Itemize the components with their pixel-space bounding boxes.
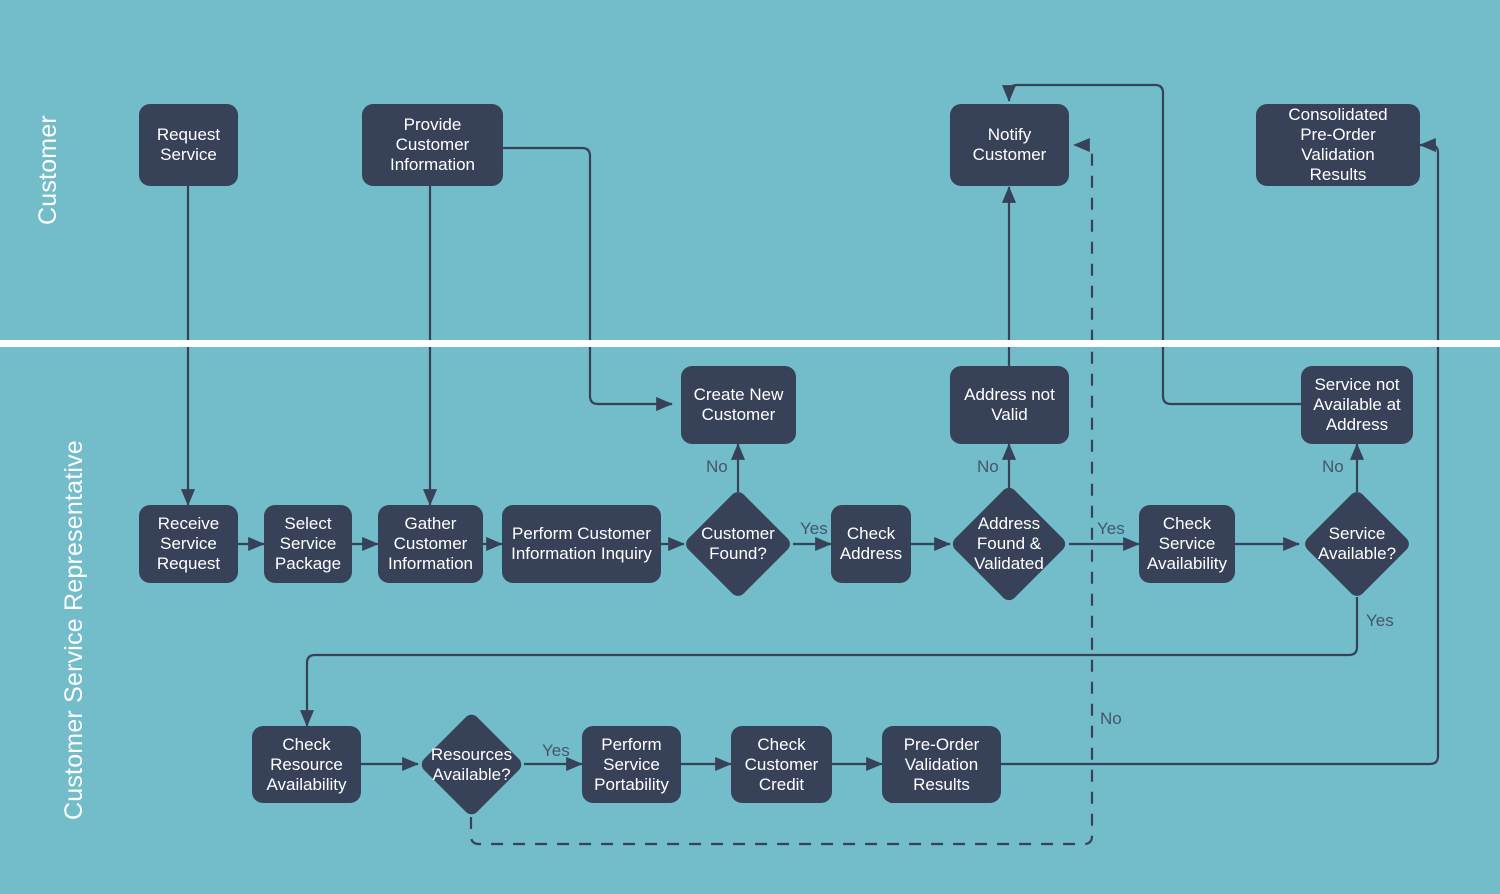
node-line: Results [913, 774, 970, 794]
node-line: Address [839, 544, 903, 563]
node-line: Select [284, 514, 332, 533]
node-line: Check [282, 734, 331, 754]
node-line: Create New [693, 385, 784, 404]
node-consolidated-pre-order-validation-results[interactable]: Consolidated Pre-Order Validation Result… [1256, 104, 1420, 186]
swimlane-divider [0, 340, 1500, 347]
node-line: Availability [266, 774, 347, 794]
node-line: Service [160, 534, 217, 553]
node-line: Validation [904, 754, 979, 774]
node-line: Resources [430, 744, 513, 764]
node-line: Available? [432, 764, 511, 784]
edge-label-resources-available-yes: Yes [542, 741, 570, 760]
node-gather-customer-information[interactable]: Gather Customer Information [378, 505, 483, 583]
node-line: Address not [964, 385, 1055, 404]
node-check-customer-credit[interactable]: Check Customer Credit [731, 726, 832, 803]
node-line: Valid [991, 405, 1028, 424]
node-request-service[interactable]: Request Service [139, 104, 238, 186]
node-check-address[interactable]: Check Address [831, 505, 911, 583]
node-line: Pre-Order [903, 734, 980, 754]
node-line: Service [160, 145, 217, 164]
node-line: Check [1162, 514, 1212, 533]
node-notify-customer[interactable]: Notify Customer [950, 104, 1069, 186]
node-line: Information [387, 554, 474, 573]
node-line: Customer [701, 405, 776, 424]
node-line: Found & [976, 534, 1042, 553]
node-line: Found? [709, 544, 767, 563]
node-line: Perform Customer [512, 524, 651, 543]
decision-customer-found[interactable]: Customer Found? [682, 488, 794, 600]
edge-label-service-available-no: No [1322, 457, 1344, 476]
node-select-service-package[interactable]: Select Service Package [264, 505, 352, 583]
node-line: Information Inquiry [511, 544, 652, 563]
node-line: Service not [1314, 375, 1400, 394]
node-line: Information [389, 155, 476, 174]
node-line: Notify [987, 125, 1032, 144]
node-line: Availability [1146, 554, 1227, 573]
node-perform-service-portability[interactable]: Perform Service Portability [582, 726, 681, 803]
edge-label-address-found-yes: Yes [1097, 519, 1125, 538]
flowchart-canvas: Customer Customer Service Representative… [0, 0, 1500, 894]
node-line: Customer [744, 754, 819, 774]
node-line: Available? [1317, 544, 1397, 563]
node-line: Request [156, 554, 221, 573]
node-line: Customer [972, 145, 1047, 164]
swimlane-label-customer: Customer [34, 115, 62, 225]
node-pre-order-validation-results[interactable]: Pre-Order Validation Results [882, 726, 1001, 803]
node-check-resource-availability[interactable]: Check Resource Availability [252, 726, 361, 803]
node-line: Check [846, 524, 896, 543]
node-line: Credit [758, 774, 805, 794]
edge-label-customer-found-no: No [706, 457, 728, 476]
swimlane-label-csr: Customer Service Representative [60, 440, 88, 820]
node-line: Address [1325, 415, 1389, 434]
node-line: Portability [594, 774, 669, 794]
node-line: Request [156, 125, 221, 144]
edge-label-resources-available-no: No [1100, 709, 1122, 728]
node-service-not-available-at-address[interactable]: Service not Available at Address [1301, 366, 1413, 444]
decision-resources-available[interactable]: Resources Available? [418, 711, 525, 818]
node-line: Customer [395, 135, 470, 154]
node-line: Check [757, 734, 806, 754]
node-create-new-customer[interactable]: Create New Customer [681, 366, 796, 444]
node-line: Service [603, 754, 660, 774]
node-check-service-availability[interactable]: Check Service Availability [1139, 505, 1235, 583]
node-line: Address [977, 514, 1041, 533]
node-line: Customer [393, 534, 468, 553]
node-line: Service [279, 534, 337, 553]
node-line: Available at [1313, 395, 1401, 414]
edge-label-service-available-yes: Yes [1366, 611, 1394, 630]
node-line: Resource [270, 754, 343, 774]
node-line: Pre-Order Validation [1300, 125, 1376, 164]
node-line: Perform [601, 734, 662, 754]
node-line: Package [274, 554, 342, 573]
node-line: Consolidated [1288, 105, 1388, 124]
node-provide-customer-information[interactable]: Provide Customer Information [362, 104, 503, 186]
edge-label-address-found-no: No [977, 457, 999, 476]
decision-address-found-validated[interactable]: Address Found & Validated [949, 484, 1069, 604]
decision-service-available[interactable]: Service Available? [1301, 488, 1413, 600]
node-perform-customer-information-inquiry[interactable]: Perform Customer Information Inquiry [502, 505, 661, 583]
node-line: Receive [157, 514, 220, 533]
node-line: Customer [701, 524, 775, 543]
node-receive-service-request[interactable]: Receive Service Request [139, 505, 238, 583]
node-line: Service [1328, 524, 1386, 543]
node-line: Results [1309, 165, 1367, 184]
edge-label-customer-found-yes: Yes [800, 519, 828, 538]
node-address-not-valid[interactable]: Address not Valid [950, 366, 1069, 444]
node-line: Validated [974, 554, 1044, 573]
node-line: Service [1158, 534, 1216, 553]
node-line: Provide [403, 115, 462, 134]
node-line: Gather [404, 514, 457, 533]
